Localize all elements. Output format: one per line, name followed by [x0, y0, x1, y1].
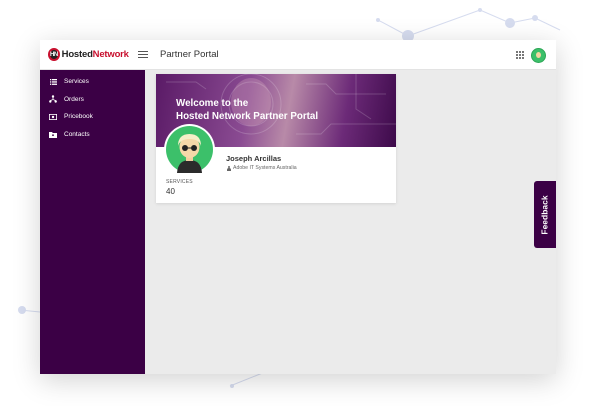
welcome-title: Welcome to the Hosted Network Partner Po…	[176, 98, 319, 122]
sidebar-item-label: Services	[64, 78, 89, 86]
user-avatar[interactable]	[531, 47, 546, 63]
logo-mark: HN	[48, 48, 60, 61]
sidebar-item-pricebook[interactable]: Pricebook	[40, 108, 145, 126]
folder-icon	[49, 130, 57, 138]
menu-toggle-icon[interactable]	[138, 50, 148, 59]
dollar-icon	[49, 113, 57, 121]
feedback-label: Feedback	[540, 194, 550, 235]
profile-avatar	[164, 124, 215, 175]
profile-company: Adobe IT Systems Australia	[226, 165, 297, 171]
apps-grid-icon[interactable]	[516, 51, 524, 59]
hosted-network-logo[interactable]: HN HostedNetwork	[48, 48, 129, 61]
profile-company-text: Adobe IT Systems Australia	[233, 165, 297, 171]
sidebar-item-contacts[interactable]: Contacts	[40, 126, 145, 144]
welcome-card: Welcome to the Hosted Network Partner Po…	[156, 74, 396, 203]
sidebar-item-label: Pricebook	[64, 113, 93, 121]
logo-text-network: Network	[92, 49, 129, 60]
profile-name: Joseph Arcillas	[226, 154, 282, 163]
sidebar-item-orders[interactable]: Orders	[40, 91, 145, 109]
services-label: SERVICES	[166, 179, 193, 185]
sidebar: Services Orders Pricebook Contacts	[40, 70, 145, 374]
feedback-button[interactable]: Feedback	[534, 181, 556, 248]
sidebar-item-label: Orders	[64, 95, 84, 103]
sidebar-item-services[interactable]: Services	[40, 73, 145, 91]
page-title: Partner Portal	[160, 49, 219, 60]
services-count: 40	[166, 187, 175, 196]
sidebar-item-label: Contacts	[64, 130, 90, 138]
avatar-illustration	[166, 126, 213, 173]
list-icon	[49, 78, 57, 86]
person-icon	[226, 165, 231, 171]
logo-text: HostedNetwork	[62, 49, 129, 60]
network-icon	[49, 95, 57, 103]
logo-text-hosted: Hosted	[61, 49, 93, 60]
top-bar: HN HostedNetwork Partner Portal	[40, 40, 556, 70]
app-window: HN HostedNetwork Partner Portal Services…	[40, 40, 556, 374]
